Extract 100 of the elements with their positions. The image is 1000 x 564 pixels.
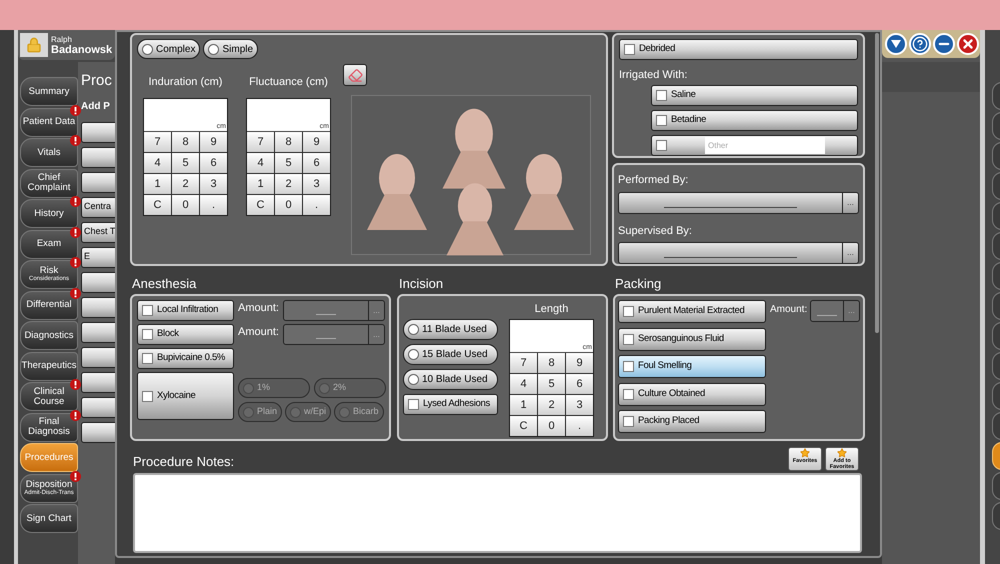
keypad-key[interactable]: 4 [144, 153, 171, 173]
nav-tab[interactable]: Therapeutics [20, 352, 78, 380]
checkbox[interactable] [656, 90, 667, 101]
procedure-button[interactable] [81, 322, 115, 342]
nav-tab[interactable]: Chief Complaint [20, 168, 78, 198]
keypad-key[interactable]: 0 [275, 195, 302, 215]
procedure-button[interactable] [81, 396, 115, 418]
nav-tab[interactable]: Diagnostics [20, 321, 78, 350]
procedure-button[interactable] [81, 146, 115, 168]
nav-tab[interactable]: Final Diagnosis [20, 412, 78, 442]
checkbox-button[interactable]: Packing Placed [618, 410, 766, 433]
keypad-key[interactable]: 8 [538, 353, 565, 373]
keypad-key[interactable]: 3 [566, 395, 593, 415]
checkbox-button[interactable]: Culture Obtained [618, 382, 766, 406]
radio-button[interactable] [408, 324, 419, 335]
procedure-button[interactable] [81, 346, 115, 368]
procedure-button[interactable] [81, 296, 115, 318]
keypad-key[interactable]: . [566, 416, 593, 436]
nav-tab[interactable]: Summary [20, 77, 78, 106]
radio-pill[interactable]: 11 Blade Used [403, 319, 498, 340]
keypad-key[interactable]: 0 [172, 195, 199, 215]
keypad-key[interactable]: 5 [172, 153, 199, 173]
keypad-key[interactable]: C [247, 195, 274, 215]
procedure-button[interactable] [81, 372, 115, 392]
radio-button[interactable] [408, 374, 419, 385]
keypad-key[interactable]: 1 [510, 395, 537, 415]
checkbox[interactable] [623, 388, 634, 400]
notes-field[interactable] [133, 473, 862, 553]
keypad-key[interactable]: 3 [303, 174, 330, 194]
procedure-button[interactable] [81, 172, 115, 192]
checkbox-button[interactable]: Debrided [619, 39, 858, 60]
keypad-key[interactable]: 5 [538, 374, 565, 394]
checkbox[interactable] [656, 140, 667, 151]
keypad-key[interactable]: 7 [247, 132, 274, 152]
checkbox[interactable] [624, 44, 635, 55]
keypad-key[interactable]: 8 [172, 132, 199, 152]
keypad-key[interactable]: 0 [538, 416, 565, 436]
nav-tab[interactable]: Exam [20, 230, 78, 258]
keypad-key[interactable]: C [510, 416, 537, 436]
picker-field[interactable]: ... [618, 242, 859, 264]
nav-tab[interactable]: Sign Chart [20, 504, 78, 533]
checkbox[interactable] [623, 416, 634, 427]
checkbox-button[interactable]: Local Infiltration [137, 300, 234, 321]
checkbox-button[interactable]: Saline [651, 85, 858, 106]
keypad-key[interactable]: 2 [172, 174, 199, 194]
checkbox[interactable] [142, 390, 153, 402]
checkbox[interactable] [623, 361, 634, 372]
procedure-button[interactable]: Chest T [81, 222, 115, 242]
checkbox-button[interactable]: Bupivicaine 0.5% [137, 348, 234, 369]
checkbox[interactable] [623, 306, 634, 317]
nav-tab[interactable]: History [20, 199, 78, 228]
keypad-key[interactable]: C [144, 195, 171, 215]
procedure-button[interactable] [81, 272, 115, 292]
keypad-key[interactable]: 9 [303, 132, 330, 152]
keypad-key[interactable]: 5 [275, 153, 302, 173]
keypad-key[interactable]: 1 [247, 174, 274, 194]
close-button[interactable] [957, 33, 979, 55]
checkbox[interactable] [408, 399, 419, 410]
dropdown-button[interactable] [885, 33, 907, 55]
keypad-key[interactable]: 9 [200, 132, 227, 152]
scrollbar[interactable] [875, 33, 879, 333]
keypad-key[interactable]: . [303, 195, 330, 215]
checkbox[interactable] [142, 353, 153, 364]
nav-tab[interactable]: Vitals [20, 138, 78, 167]
checkbox[interactable] [656, 115, 667, 126]
checkbox-button[interactable]: Foul Smelling [618, 355, 766, 378]
other-input[interactable]: Other [705, 137, 825, 154]
checkbox-button[interactable]: Serosanguinous Fluid [618, 328, 766, 350]
radio-pill[interactable]: 15 Blade Used [403, 344, 498, 365]
browse-button[interactable]: ... [842, 192, 858, 212]
keypad-key[interactable]: 2 [538, 395, 565, 415]
keypad-key[interactable]: 6 [200, 153, 227, 173]
keypad-key[interactable]: 4 [247, 153, 274, 173]
radio-pill[interactable]: Complex [137, 39, 200, 59]
checkbox-button[interactable]: Block [137, 324, 234, 345]
keypad-key[interactable]: 9 [566, 353, 593, 373]
keypad-key[interactable]: 2 [275, 174, 302, 194]
procedure-button[interactable] [81, 122, 115, 142]
keypad-key[interactable]: . [200, 195, 227, 215]
browse-button[interactable]: ... [842, 243, 858, 263]
keypad-key[interactable]: 4 [510, 374, 537, 394]
keypad-key[interactable]: 7 [144, 132, 171, 152]
keypad-key[interactable]: 6 [303, 153, 330, 173]
radio-button[interactable] [142, 44, 153, 54]
radio-button[interactable] [408, 349, 419, 360]
picker-field[interactable]: ... [618, 192, 859, 214]
procedure-button[interactable]: Centra [81, 196, 115, 218]
keypad-key[interactable]: 3 [200, 174, 227, 194]
keypad-key[interactable]: 8 [275, 132, 302, 152]
checkbox-button[interactable]: Xylocaine [137, 372, 234, 420]
checkbox-button[interactable]: Betadine [651, 110, 858, 131]
checkbox-button[interactable]: Lysed Adhesions [403, 394, 498, 415]
procedure-button[interactable]: E [81, 246, 115, 268]
checkbox[interactable] [623, 334, 634, 344]
nav-tab[interactable]: Differential [20, 290, 78, 320]
keypad-key[interactable]: 7 [510, 353, 537, 373]
keypad-key[interactable]: 6 [566, 374, 593, 394]
checkbox[interactable] [142, 329, 153, 340]
procedure-button[interactable] [81, 422, 115, 442]
checkbox[interactable] [142, 305, 153, 316]
